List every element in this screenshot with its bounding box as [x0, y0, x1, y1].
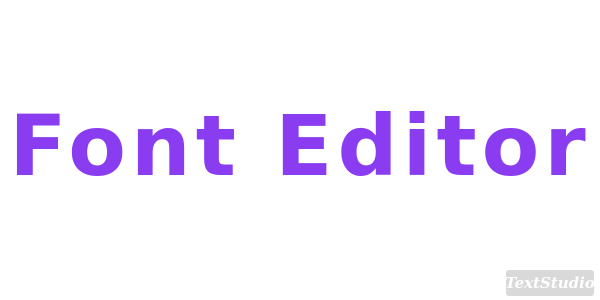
banner-canvas: Font Editor TextStudio	[0, 0, 600, 300]
watermark-text: TextStudio	[505, 274, 595, 292]
headline-text: Font Editor	[9, 97, 591, 195]
watermark-logo: TextStudio	[505, 270, 595, 296]
